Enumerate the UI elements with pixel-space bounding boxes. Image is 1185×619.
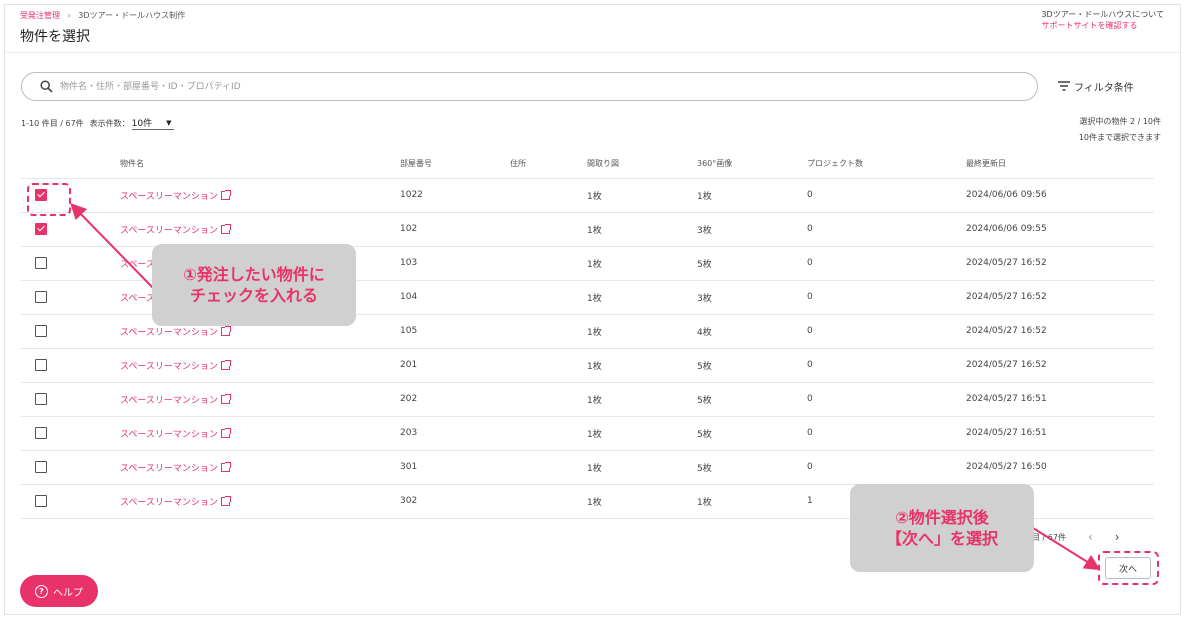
callout-click-next: ②物件選択後 【次へ」を選択 [850,484,1034,572]
callout-1-line-1: ①発注したい物件に [183,265,325,284]
callout-2-line-2: 【次へ」を選択 [885,529,998,548]
arrow-to-checkbox [70,203,156,291]
callout-1-line-2: チェックを入れる [189,286,318,305]
arrow-to-next [1032,527,1101,571]
callout-select-properties: ①発注したい物件に チェックを入れる [152,244,356,326]
callout-2-line-1: ②物件選択後 [895,508,989,527]
